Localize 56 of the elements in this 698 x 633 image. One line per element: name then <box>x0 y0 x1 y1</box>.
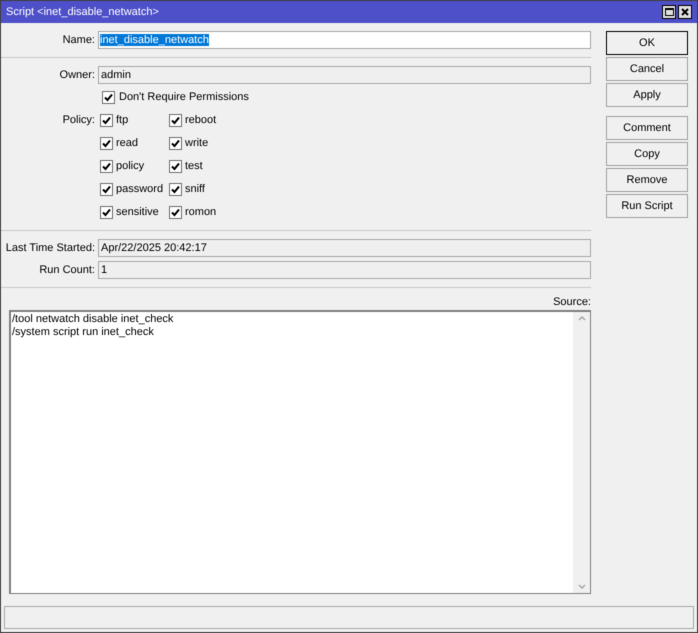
checkmark-icon <box>171 116 180 125</box>
checkbox-label: policy <box>116 159 144 174</box>
action-button[interactable]: Remove <box>606 168 688 192</box>
readonly-field: admin <box>98 66 591 84</box>
checkmark-icon <box>102 162 111 171</box>
source-editor[interactable]: /tool netwatch disable inet_check /system script run inet_check <box>9 310 591 594</box>
checkmark-icon <box>104 93 113 102</box>
checkmark-icon <box>171 162 180 171</box>
checkbox-label: read <box>116 136 138 152</box>
checkbox-label: romon <box>185 205 216 220</box>
action-button[interactable]: Run Script <box>606 194 688 218</box>
name-field[interactable]: inet_disable_netwatch <box>98 31 591 49</box>
checkbox[interactable] <box>100 114 113 127</box>
close-icon[interactable] <box>678 5 692 19</box>
checkbox-label: ftp <box>116 113 128 128</box>
checkbox[interactable] <box>100 183 113 196</box>
dialog-button[interactable]: OK <box>606 31 688 55</box>
field-label: Owner: <box>58 68 96 83</box>
dialog-button[interactable]: Apply <box>606 83 688 107</box>
checkmark-icon <box>102 185 111 194</box>
checkbox[interactable] <box>100 206 113 219</box>
window-title: Script <inet_disable_netwatch> <box>6 4 159 20</box>
checkbox-label: reboot <box>185 113 216 128</box>
checkmark-icon <box>102 208 111 217</box>
code-line: /tool netwatch disable inet_check <box>12 313 174 326</box>
readonly-field: 1 <box>98 261 591 279</box>
checkmark-icon <box>102 116 111 125</box>
checkbox[interactable] <box>169 206 182 219</box>
checkbox-label: write <box>185 136 208 152</box>
field-label: Last Time Started: <box>4 240 96 256</box>
field-label: Run Count: <box>38 262 96 278</box>
source-label: Source: <box>553 295 591 310</box>
checkbox[interactable] <box>102 91 115 104</box>
checkbox[interactable] <box>169 137 182 150</box>
action-button[interactable]: Copy <box>606 142 688 166</box>
readonly-field: Apr/22/2025 20:42:17 <box>98 239 591 257</box>
action-button[interactable]: Comment <box>606 116 688 140</box>
field-label: Policy: <box>62 113 96 128</box>
dialog-button[interactable]: Cancel <box>606 57 688 81</box>
checkbox[interactable] <box>100 160 113 173</box>
checkmark-icon <box>171 139 180 148</box>
checkbox[interactable] <box>169 160 182 173</box>
code-line: /system script run inet_check <box>12 326 155 339</box>
checkmark-icon <box>171 185 180 194</box>
checkbox-label: test <box>185 159 203 174</box>
checkbox-label: sensitive <box>116 205 159 220</box>
maximize-icon[interactable] <box>662 5 676 19</box>
checkbox[interactable] <box>169 183 182 196</box>
checkbox[interactable] <box>169 114 182 127</box>
field-label: Name: <box>62 32 96 48</box>
checkbox-label: Don't Require Permissions <box>119 90 249 106</box>
checkbox-label: password <box>116 182 164 198</box>
checkbox-label: sniff <box>185 182 205 198</box>
checkmark-icon <box>102 139 111 148</box>
checkmark-icon <box>171 208 180 217</box>
checkbox[interactable] <box>100 137 113 150</box>
